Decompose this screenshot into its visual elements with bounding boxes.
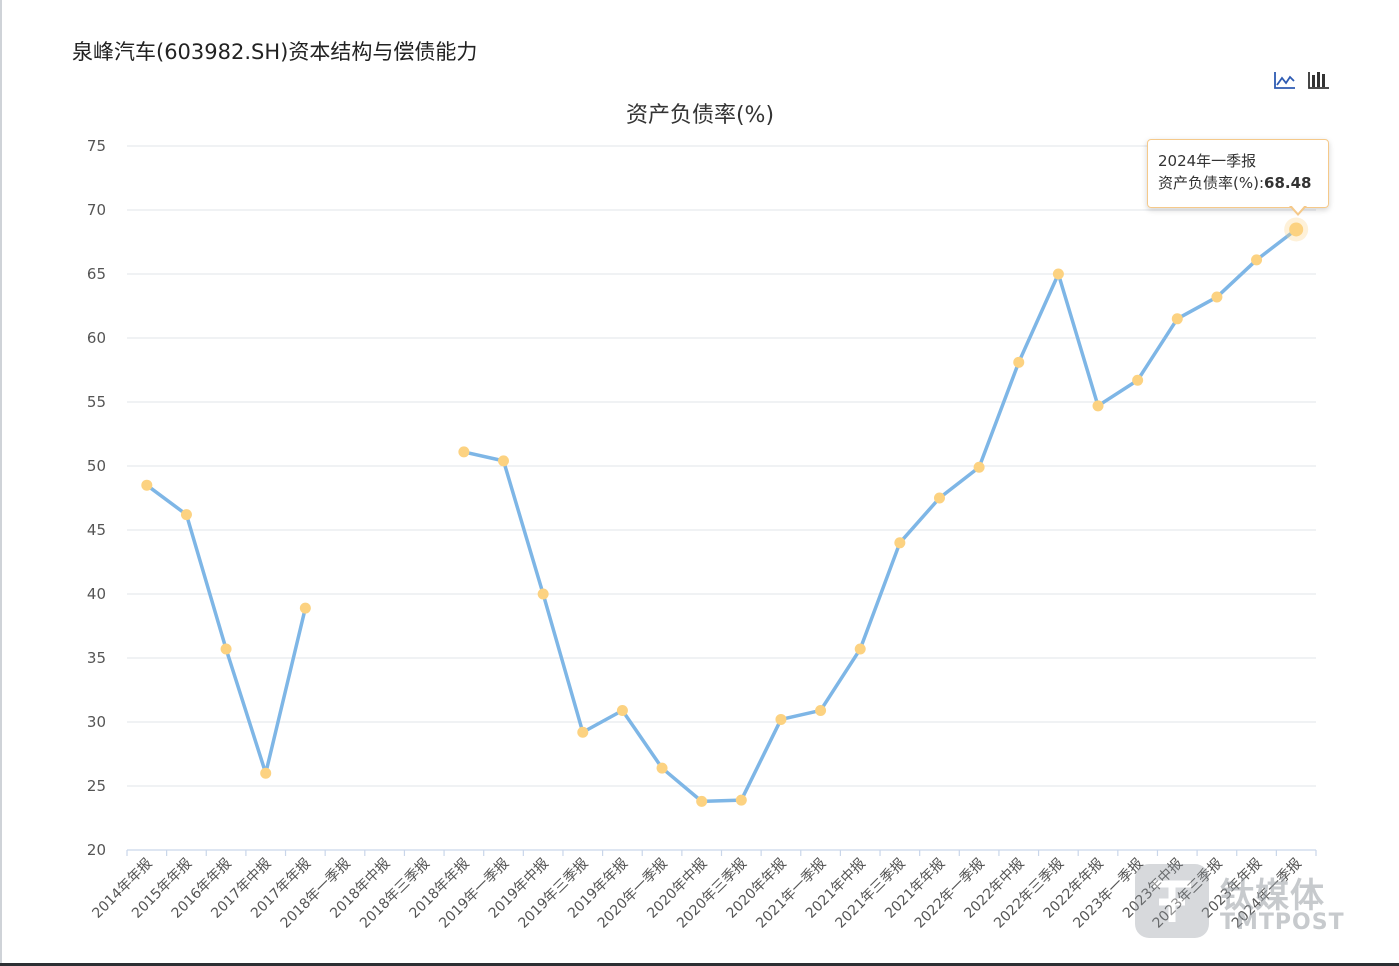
data-point[interactable] [1013, 356, 1025, 368]
data-point[interactable] [1171, 313, 1183, 325]
data-point[interactable] [577, 726, 589, 738]
data-point[interactable] [141, 479, 153, 491]
data-point[interactable] [180, 509, 192, 521]
data-point[interactable] [775, 713, 787, 725]
data-point[interactable] [260, 767, 272, 779]
x-tick-label: 2018年三季报 [357, 856, 433, 932]
data-point[interactable] [616, 704, 628, 716]
data-point[interactable] [1211, 291, 1223, 303]
y-tick-label: 60 [87, 329, 106, 347]
y-axis: 20 25 30 35 40 45 50 55 60 65 70 75 [87, 137, 106, 859]
series-points [141, 217, 1309, 807]
data-tooltip: 2024年一季报 资产负债率(%):68.48 [1147, 139, 1329, 208]
x-tick-label: 2020年三季报 [674, 856, 750, 932]
data-point[interactable] [933, 492, 945, 504]
data-point[interactable] [973, 461, 985, 473]
data-point[interactable] [220, 643, 232, 655]
data-point[interactable] [1052, 268, 1064, 280]
x-tick-label: 2021年三季报 [833, 856, 909, 932]
tooltip-value: 68.48 [1264, 174, 1312, 192]
data-point[interactable] [656, 762, 668, 774]
y-tick-label: 65 [87, 265, 106, 283]
data-point[interactable] [458, 446, 470, 458]
data-point[interactable] [498, 455, 510, 467]
data-point[interactable] [1251, 254, 1263, 266]
y-tick-label: 45 [87, 521, 106, 539]
data-point[interactable] [735, 794, 747, 806]
x-axis: 2014年年报2015年年报2016年年报2017年中报2017年年报2018年… [89, 850, 1317, 932]
x-tick-label: 2022年三季报 [991, 856, 1067, 932]
y-tick-label: 20 [87, 841, 106, 859]
data-point[interactable] [1289, 222, 1304, 237]
data-point[interactable] [1132, 374, 1144, 386]
watermark-subtext: TMTPOST [1220, 910, 1345, 935]
x-tick-label: 2019年一季报 [436, 856, 512, 932]
data-point[interactable] [299, 602, 311, 614]
data-point[interactable] [537, 588, 549, 600]
y-tick-label: 50 [87, 457, 106, 475]
data-point[interactable] [854, 643, 866, 655]
tooltip-pointer [1289, 205, 1307, 216]
data-point[interactable] [1092, 400, 1104, 412]
series-line-segment [145, 483, 308, 775]
chart-title: 资产负债率(%) [626, 103, 774, 128]
tooltip-row: 资产负债率(%):68.48 [1158, 172, 1318, 194]
x-tick-label: 2022年一季报 [912, 856, 988, 932]
tooltip-period: 2024年一季报 [1158, 152, 1257, 170]
y-tick-label: 75 [87, 137, 106, 155]
x-tick-label: 2018年一季报 [278, 856, 354, 932]
data-point[interactable] [894, 537, 906, 549]
y-tick-label: 25 [87, 777, 106, 795]
series-line-segment [463, 228, 1298, 804]
data-point[interactable] [696, 795, 708, 807]
series-line [145, 228, 1298, 804]
data-point[interactable] [815, 704, 827, 716]
y-tick-label: 30 [87, 713, 106, 731]
y-tick-label: 70 [87, 201, 106, 219]
y-tick-label: 35 [87, 649, 106, 667]
tooltip-label: 资产负债率(%): [1158, 174, 1265, 192]
grid-lines [127, 145, 1316, 851]
x-tick-label: 2021年一季报 [753, 856, 829, 932]
x-tick-label: 2020年一季报 [595, 856, 671, 932]
y-tick-label: 55 [87, 393, 106, 411]
y-tick-label: 40 [87, 585, 106, 603]
x-tick-label: 2019年三季报 [515, 856, 591, 932]
